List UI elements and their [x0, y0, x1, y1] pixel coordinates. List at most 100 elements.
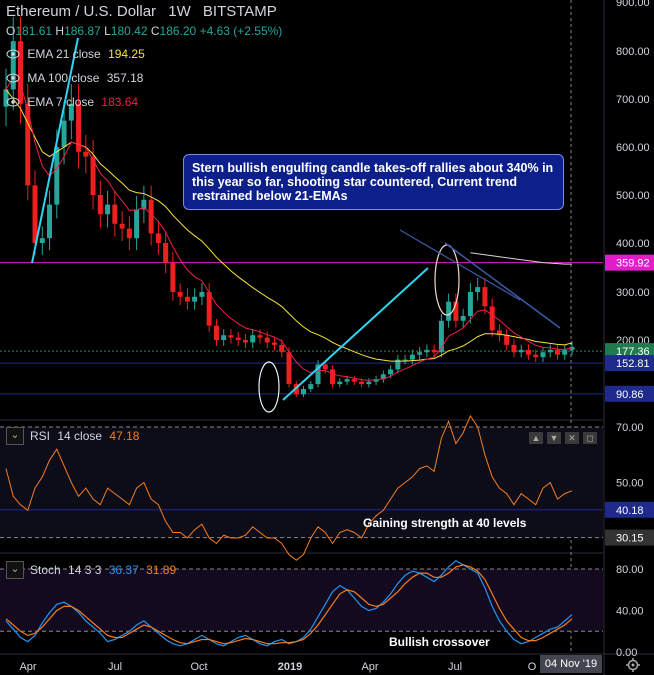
time-tick-label: Jul	[108, 661, 122, 673]
rsi-annotation: Gaining strength at 40 levels	[363, 516, 527, 530]
candle	[301, 389, 307, 395]
indicator-legend-ma100[interactable]: MA 100 close 357.18	[6, 71, 143, 85]
candle	[105, 204, 111, 215]
symbol-name: Ethereum / U.S. Dollar	[6, 3, 157, 20]
collapse-rsi-icon[interactable]: ⌄	[6, 427, 24, 445]
annotation-callout[interactable]: Stern bullish engulfing candle takes-off…	[183, 154, 564, 210]
stoch-band	[0, 569, 603, 632]
candle	[540, 352, 546, 358]
time-tick-label: Apr	[19, 661, 36, 673]
candle	[482, 287, 488, 307]
interval[interactable]: 1W	[168, 3, 191, 20]
move-down-icon[interactable]: ▼	[547, 432, 561, 444]
eye-icon[interactable]	[6, 96, 20, 108]
candle	[489, 306, 495, 331]
candle	[547, 349, 553, 353]
candle	[32, 185, 38, 243]
candle	[264, 337, 270, 343]
candle	[409, 354, 415, 360]
candle	[250, 335, 256, 343]
rsi-badge-label: 30.15	[616, 533, 644, 545]
stoch-label: Stoch	[30, 563, 61, 577]
candle	[562, 349, 568, 355]
candle	[366, 381, 372, 385]
stoch-d-value: 31.89	[146, 563, 177, 577]
ema7-label: EMA 7 close	[27, 95, 95, 109]
candle	[177, 292, 183, 297]
candle	[213, 325, 219, 340]
candle	[235, 337, 241, 340]
candle	[322, 364, 328, 370]
indicator-legend-ema7[interactable]: EMA 7 close 183.64	[6, 95, 138, 109]
stoch-tick-label: 80.00	[616, 564, 644, 576]
candle	[417, 352, 423, 355]
candle	[184, 296, 190, 302]
candle	[39, 238, 45, 243]
time-tick-label: Oct	[190, 661, 207, 673]
candle	[192, 296, 198, 302]
price-tick-label: 300.00	[616, 287, 650, 299]
ema21-label: EMA 21 close	[27, 47, 101, 61]
candle	[112, 204, 118, 224]
candle	[504, 335, 510, 345]
candle	[467, 292, 473, 316]
time-tick-label: 2019	[278, 661, 302, 673]
low-label: L	[104, 24, 111, 38]
candle	[134, 209, 140, 239]
candle	[119, 223, 125, 229]
open-label: O	[6, 24, 16, 38]
eye-icon[interactable]	[6, 72, 20, 84]
ohlc-readout: O181.61 H186.87 L180.42 C186.20 +4.63 (+…	[6, 24, 282, 38]
change-value: +4.63 (+2.55%)	[199, 24, 283, 38]
candle	[388, 369, 394, 375]
candle	[228, 335, 234, 338]
rsi-tick-label: 70.00	[616, 422, 644, 434]
price-badge-label: 90.86	[616, 389, 644, 401]
rsi-badge-label: 40.18	[616, 505, 644, 517]
rsi-legend: RSI 14 close 47.18	[30, 429, 139, 443]
candle	[424, 349, 430, 353]
collapse-stoch-icon[interactable]: ⌄	[6, 561, 24, 579]
price-tick-label: 600.00	[616, 142, 650, 154]
settings-gear-icon[interactable]	[625, 657, 641, 673]
price-badge-label: 359.92	[616, 258, 650, 270]
exchange: BITSTAMP	[202, 3, 277, 20]
candle	[155, 233, 161, 243]
maximize-icon[interactable]: ◻	[583, 432, 597, 444]
candle	[533, 354, 539, 358]
time-tick-label: Apr	[361, 661, 378, 673]
candle	[525, 349, 531, 355]
price-tick-label: 800.00	[616, 46, 650, 58]
candle	[61, 120, 67, 147]
move-up-icon[interactable]: ▲	[529, 432, 543, 444]
candle	[351, 379, 357, 382]
close-icon[interactable]: ✕	[565, 432, 579, 444]
candle	[221, 335, 227, 340]
candle	[257, 335, 263, 338]
price-tick-label: 700.00	[616, 94, 650, 106]
candle	[271, 342, 277, 345]
close-value: 186.20	[159, 24, 197, 38]
candle	[206, 292, 212, 326]
candle	[286, 352, 292, 385]
eye-icon[interactable]	[6, 48, 20, 60]
candle	[511, 344, 517, 353]
close-label: C	[150, 24, 160, 38]
candle	[54, 147, 60, 205]
candle	[330, 369, 336, 385]
indicator-legend-ema21[interactable]: EMA 21 close 194.25	[6, 47, 145, 61]
candle	[475, 287, 481, 292]
time-tick-label: Jul	[448, 661, 462, 673]
stoch-params: 14 3 3	[68, 563, 102, 577]
stoch-k-value: 36.37	[108, 563, 139, 577]
high-value: 186.87	[64, 24, 101, 38]
candle	[163, 243, 169, 263]
symbol-title: Ethereum / U.S. Dollar 1W BITSTAMP	[6, 3, 277, 20]
candle	[242, 340, 248, 343]
candle	[554, 349, 560, 355]
ma100-value: 357.18	[106, 71, 144, 85]
high-label: H	[55, 24, 65, 38]
candle	[337, 381, 343, 385]
rsi-label: RSI	[30, 429, 51, 443]
price-tick-label: 500.00	[616, 190, 650, 202]
